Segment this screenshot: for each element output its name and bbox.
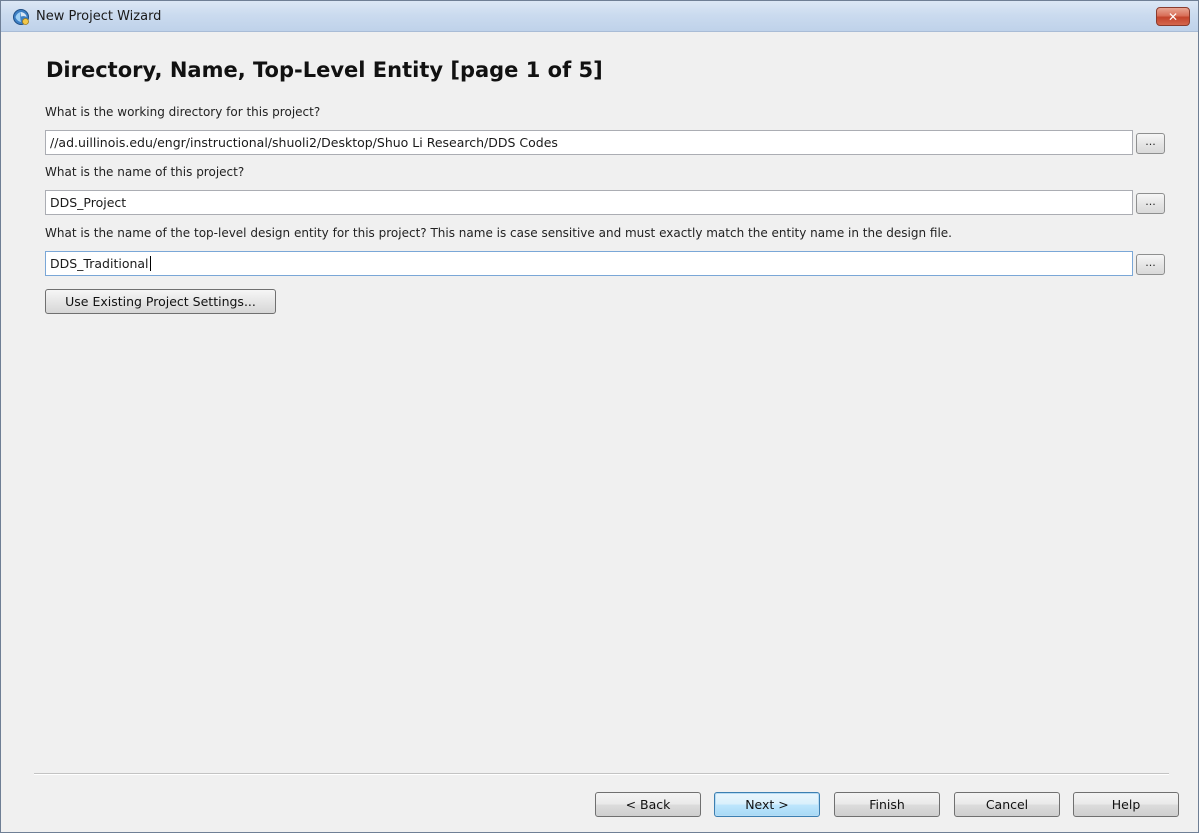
text-caret bbox=[149, 256, 151, 271]
top-entity-input-value: DDS_Traditional bbox=[50, 256, 149, 271]
new-project-wizard-window: New Project Wizard ✕ Directory, Name, To… bbox=[0, 0, 1199, 833]
directory-browse-button[interactable]: ... bbox=[1136, 133, 1165, 154]
top-entity-browse-button[interactable]: ... bbox=[1136, 254, 1165, 275]
directory-label: What is the working directory for this p… bbox=[45, 105, 321, 119]
project-name-browse-button[interactable]: ... bbox=[1136, 193, 1165, 214]
directory-input[interactable]: //ad.uillinois.edu/engr/instructional/sh… bbox=[45, 130, 1133, 155]
help-button[interactable]: Help bbox=[1073, 792, 1179, 817]
project-name-label: What is the name of this project? bbox=[45, 165, 245, 179]
top-entity-label: What is the name of the top-level design… bbox=[45, 226, 952, 240]
cancel-button[interactable]: Cancel bbox=[954, 792, 1060, 817]
close-button[interactable]: ✕ bbox=[1156, 7, 1190, 26]
top-entity-input[interactable]: DDS_Traditional bbox=[45, 251, 1133, 276]
finish-button[interactable]: Finish bbox=[834, 792, 940, 817]
back-button[interactable]: < Back bbox=[595, 792, 701, 817]
quartus-wizard-icon bbox=[13, 9, 29, 25]
project-name-input[interactable]: DDS_Project bbox=[45, 190, 1133, 215]
project-name-input-value: DDS_Project bbox=[50, 195, 127, 210]
use-existing-settings-button[interactable]: Use Existing Project Settings... bbox=[45, 289, 276, 314]
directory-input-value: //ad.uillinois.edu/engr/instructional/sh… bbox=[50, 135, 558, 150]
close-icon: ✕ bbox=[1167, 9, 1179, 24]
footer-divider bbox=[34, 773, 1169, 775]
next-button[interactable]: Next > bbox=[714, 792, 820, 817]
page-title: Directory, Name, Top-Level Entity [page … bbox=[46, 58, 603, 82]
title-bar[interactable]: New Project Wizard ✕ bbox=[1, 1, 1198, 32]
window-title: New Project Wizard bbox=[36, 9, 162, 24]
